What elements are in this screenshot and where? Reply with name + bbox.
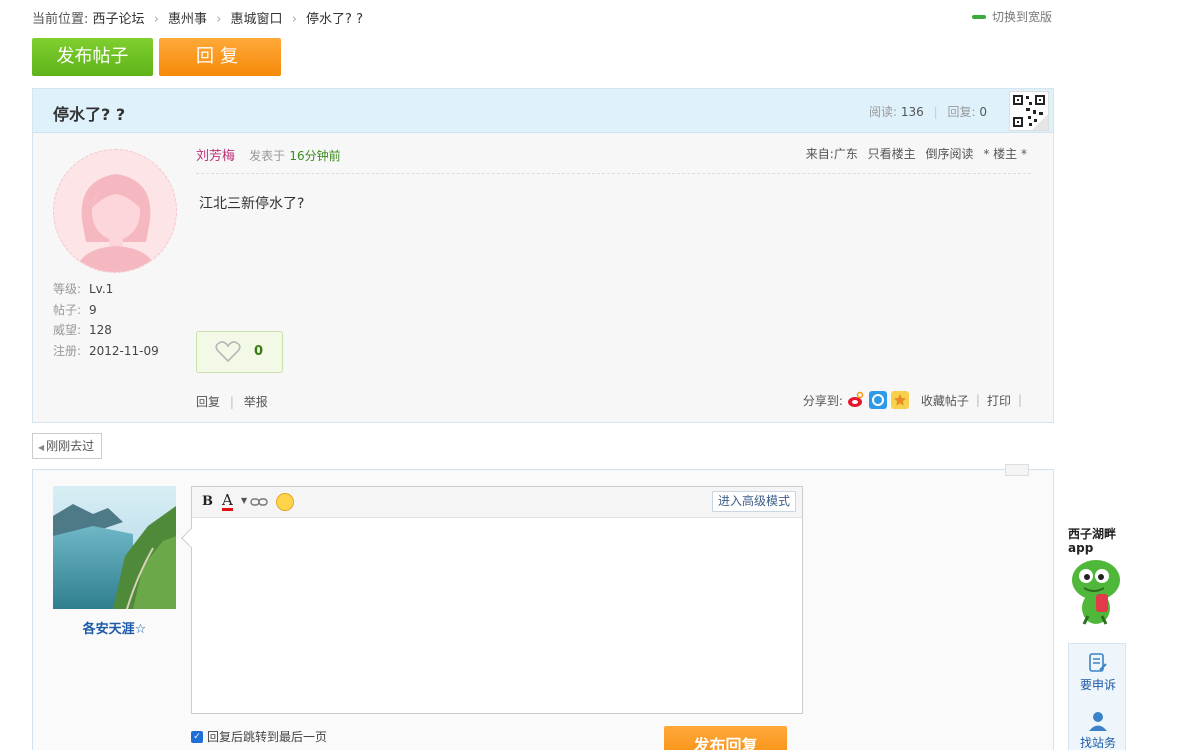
author-posts: 9 bbox=[89, 302, 97, 317]
level-label: 等级: bbox=[53, 282, 82, 296]
reply-textarea[interactable] bbox=[192, 518, 802, 713]
qr-code-icon[interactable] bbox=[1009, 91, 1049, 131]
caret-left-icon: ◀ bbox=[38, 443, 45, 452]
wide-layout-toggle[interactable]: 切换到宽版 bbox=[972, 8, 1052, 25]
author-info: 等级: Lv.1 帖子: 9 威望: 128 注册: 2012-11-09 bbox=[53, 279, 159, 361]
find-station-label: 找站务 bbox=[1079, 736, 1116, 750]
chevron-down-icon[interactable]: ▼ bbox=[241, 496, 247, 505]
read-label: 阅读: bbox=[869, 105, 898, 119]
posts-label: 帖子: bbox=[53, 302, 82, 317]
stats-divider: | bbox=[933, 105, 938, 119]
user-icon bbox=[1089, 712, 1107, 731]
reply-editor: B A ▼ 进入高级模式 bbox=[181, 486, 803, 714]
breadcrumb-prefix: 当前位置: bbox=[32, 12, 89, 27]
report-link[interactable]: 举报 bbox=[244, 395, 268, 409]
complaint-label: 要申诉 bbox=[1079, 678, 1116, 692]
author-level: Lv.1 bbox=[89, 282, 114, 296]
reply-user-avatar[interactable] bbox=[53, 486, 176, 609]
eye-icon[interactable] bbox=[1005, 464, 1029, 476]
submit-reply-button[interactable]: 发布回复 bbox=[664, 726, 787, 750]
breadcrumb-chevron-icon: › bbox=[291, 12, 297, 27]
post-actions: 回复 | 举报 bbox=[196, 393, 268, 410]
reply-username[interactable]: 各安天涯☆ bbox=[53, 618, 176, 637]
reverse-read-link[interactable]: 倒序阅读 bbox=[926, 147, 974, 161]
post-reply-link[interactable]: 回复 bbox=[196, 395, 220, 409]
app-promo-label[interactable]: 西子湖畔 app bbox=[1068, 527, 1132, 555]
link-icon[interactable] bbox=[250, 498, 268, 506]
author-prestige: 128 bbox=[89, 323, 112, 337]
jump-last-page-label: 回复后跳转到最后一页 bbox=[207, 730, 328, 744]
wide-toggle-label: 切换到宽版 bbox=[992, 10, 1053, 24]
bold-icon[interactable]: B bbox=[202, 494, 213, 509]
post-divider bbox=[196, 173, 1031, 174]
post-filters: 来自:广东 只看楼主 倒序阅读 * 楼主 * bbox=[800, 145, 1027, 162]
breadcrumb-chevron-icon: › bbox=[216, 12, 222, 27]
thread-header: 停水了? ? 阅读: 136 | 回复: 0 bbox=[33, 89, 1053, 133]
share-bar: 分享到: 收藏帖子 | 打印 | bbox=[803, 391, 1029, 409]
register-label: 注册: bbox=[53, 343, 82, 358]
post-content: 江北三新停水了? bbox=[199, 196, 305, 212]
breadcrumb-link-forum[interactable]: 西子论坛 bbox=[93, 12, 145, 27]
advanced-mode-button[interactable]: 进入高级模式 bbox=[711, 491, 796, 512]
share-label: 分享到: bbox=[802, 393, 843, 408]
reply-count: 0 bbox=[979, 105, 987, 119]
read-count: 136 bbox=[900, 105, 924, 119]
only-owner-link[interactable]: 只看楼主 bbox=[868, 147, 916, 161]
actions-divider: | bbox=[229, 395, 234, 409]
complaint-link[interactable]: 要申诉 bbox=[1069, 652, 1127, 693]
author-register-date: 2012-11-09 bbox=[89, 343, 159, 358]
jump-last-page-checkbox[interactable]: ✓ 回复后跳转到最后一页 bbox=[191, 728, 327, 745]
thread-stats: 阅读: 136 | 回复: 0 bbox=[869, 103, 987, 120]
like-count: 0 bbox=[254, 344, 264, 359]
toggle-dash-icon bbox=[972, 14, 986, 19]
find-station-link[interactable]: 找站务 bbox=[1069, 710, 1127, 750]
post-meta: 刘芳梅 发表于 16分钟前 bbox=[196, 145, 341, 164]
checkbox-checked-icon[interactable]: ✓ bbox=[191, 730, 203, 743]
font-color-icon[interactable]: A bbox=[222, 492, 233, 511]
breadcrumb-link-huicheng[interactable]: 惠城窗口 bbox=[231, 12, 283, 27]
app-mascot-icon[interactable] bbox=[1066, 554, 1124, 630]
author-avatar[interactable] bbox=[53, 149, 177, 273]
heart-icon bbox=[215, 341, 241, 363]
recently-visited-link[interactable]: ◀ 刚刚去过 bbox=[32, 433, 103, 459]
breadcrumb-link-huizhou[interactable]: 惠州事 bbox=[168, 12, 207, 27]
breadcrumb-chevron-icon: › bbox=[153, 12, 159, 27]
share-divider: | bbox=[1017, 393, 1022, 407]
breadcrumb-link-thread[interactable]: 停水了? ? bbox=[306, 12, 363, 27]
posted-time: 16分钟前 bbox=[289, 149, 341, 163]
post-author-name[interactable]: 刘芳梅 bbox=[196, 149, 235, 164]
prestige-label: 威望: bbox=[53, 323, 82, 337]
reply-count-label: 回复: bbox=[947, 105, 976, 119]
document-edit-icon bbox=[1089, 653, 1107, 672]
recently-visited-label: 刚刚去过 bbox=[46, 439, 95, 453]
thread-box: 停水了? ? 阅读: 136 | 回复: 0 等级: Lv.1 帖子: 9 威望… bbox=[32, 88, 1054, 423]
emoji-icon[interactable] bbox=[276, 493, 294, 511]
breadcrumb: 当前位置: 西子论坛 › 惠州事 › 惠城窗口 › 停水了? ? bbox=[32, 8, 363, 27]
reply-button[interactable]: 回复 bbox=[159, 38, 281, 76]
qzone-share-icon[interactable] bbox=[868, 391, 887, 409]
posted-label: 发表于 bbox=[249, 149, 286, 163]
post-from: 来自:广东 bbox=[805, 147, 858, 161]
side-tools: 要申诉 找站务 bbox=[1068, 643, 1126, 750]
qq-share-icon[interactable] bbox=[890, 391, 909, 409]
editor-toolbar: B A ▼ 进入高级模式 bbox=[192, 487, 802, 518]
weibo-share-icon[interactable] bbox=[847, 391, 865, 409]
like-button[interactable]: 0 bbox=[196, 331, 283, 373]
favorite-link[interactable]: 收藏帖子 bbox=[921, 392, 969, 409]
quick-reply-area: 各安天涯☆ B A ▼ 进入高级模式 ✓ 回复后跳转到最后一页 发布回复 bbox=[32, 464, 1054, 750]
print-link[interactable]: 打印 bbox=[987, 392, 1011, 409]
thread-title: 停水了? ? bbox=[53, 105, 126, 124]
share-divider: | bbox=[975, 393, 980, 407]
floor-label: * 楼主 * bbox=[983, 147, 1027, 161]
new-post-button[interactable]: 发布帖子 bbox=[32, 38, 153, 76]
